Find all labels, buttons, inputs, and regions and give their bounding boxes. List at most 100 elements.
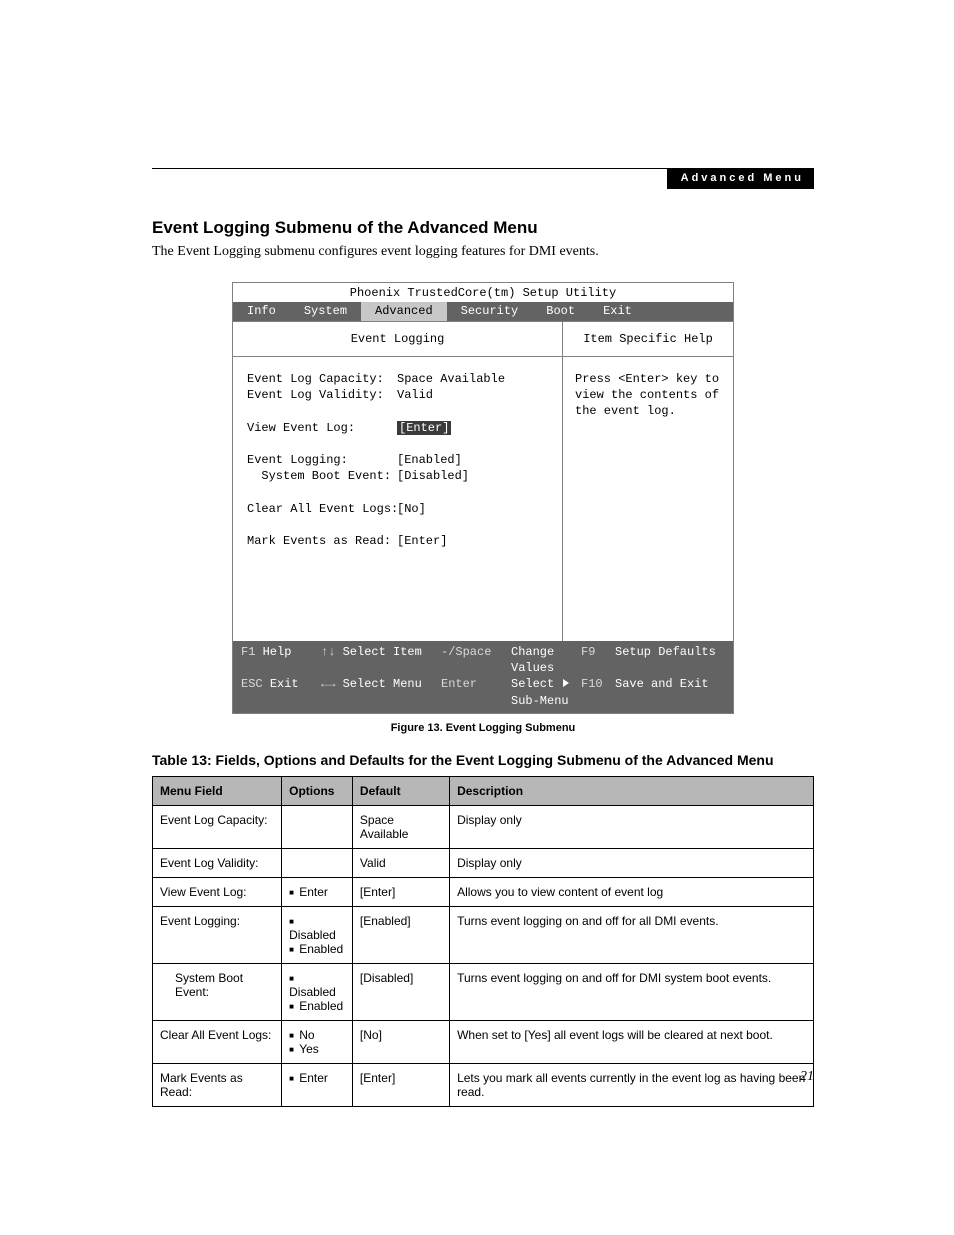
bios-field-label: Event Log Capacity: [247, 371, 397, 387]
bios-help-text: Press <Enter> key to view the contents o… [563, 357, 733, 430]
bios-field-row [247, 403, 552, 419]
bios-footer: F1 Help ↑↓ Select Item -/Space Change Va… [233, 641, 733, 713]
page: Advanced Menu Event Logging Submenu of t… [0, 0, 954, 1235]
cell-menu-field: Mark Events as Read: [153, 1063, 282, 1106]
bios-left-pane: Event Logging Event Log Capacity:Space A… [233, 322, 563, 641]
cell-default: Space Available [352, 805, 449, 848]
bios-right-pane: Item Specific Help Press <Enter> key to … [563, 322, 733, 641]
cell-menu-field: View Event Log: [153, 877, 282, 906]
bios-field-value: Valid [397, 387, 552, 403]
bios-field-row [247, 517, 552, 533]
table-header: Options [282, 776, 353, 805]
key-updown: ↑↓ [321, 645, 335, 659]
bios-field-value: [No] [397, 501, 552, 517]
bios-title: Phoenix TrustedCore(tm) Setup Utility [233, 283, 733, 302]
cell-menu-field: Event Log Capacity: [153, 805, 282, 848]
bios-subhead-right: Item Specific Help [563, 322, 733, 357]
options-table: Menu FieldOptionsDefaultDescription Even… [152, 776, 814, 1107]
option-item: Enabled [289, 999, 345, 1013]
bios-field-label: Event Logging: [247, 452, 397, 468]
cell-default: [Enter] [352, 1063, 449, 1106]
option-item: Disabled [289, 914, 345, 942]
bios-fields: Event Log Capacity:Space AvailableEvent … [233, 357, 562, 641]
bios-field-row: Mark Events as Read:[Enter] [247, 533, 552, 549]
cell-menu-field: Clear All Event Logs: [153, 1020, 282, 1063]
table-row: System Boot Event:DisabledEnabled[Disabl… [153, 963, 814, 1020]
cell-menu-field: Event Log Validity: [153, 848, 282, 877]
action-select-item: Select Item [343, 645, 422, 659]
bios-tab-security[interactable]: Security [447, 302, 533, 321]
bios-tabs: InfoSystemAdvancedSecurityBootExit [233, 302, 733, 321]
key-space: -/Space [441, 645, 491, 659]
cell-description: Display only [450, 805, 814, 848]
table-header: Default [352, 776, 449, 805]
table-row: View Event Log: Enter [Enter]Allows you to… [153, 877, 814, 906]
bios-field-row: View Event Log:[Enter] [247, 420, 552, 436]
option-item: Enter [289, 885, 345, 899]
cell-default: [Enabled] [352, 906, 449, 963]
cell-description: When set to [Yes] all event logs will be… [450, 1020, 814, 1063]
intro-text: The Event Logging submenu configures eve… [152, 244, 814, 260]
action-save-exit: Save and Exit [615, 677, 709, 691]
bios-field-value[interactable]: [Enter] [397, 420, 552, 436]
cell-options: Enter [282, 1063, 353, 1106]
cell-description: Allows you to view content of event log [450, 877, 814, 906]
key-f10: F10 [581, 677, 603, 691]
table-title: Table 13: Fields, Options and Defaults f… [152, 752, 814, 768]
cell-description: Lets you mark all events currently in th… [450, 1063, 814, 1106]
action-exit: Exit [270, 677, 299, 691]
bios-footer-row-1: F1 Help ↑↓ Select Item -/Space Change Va… [241, 644, 725, 676]
cell-description: Turns event logging on and off for DMI s… [450, 963, 814, 1020]
bios-field-value: [Disabled] [397, 468, 552, 484]
cell-default: [Enter] [352, 877, 449, 906]
bios-field-row: Event Log Capacity:Space Available [247, 371, 552, 387]
header-tag: Advanced Menu [667, 168, 814, 189]
cell-options: DisabledEnabled [282, 906, 353, 963]
cell-description: Turns event logging on and off for all D… [450, 906, 814, 963]
key-leftright: ←→ [321, 677, 335, 691]
bios-tab-info[interactable]: Info [233, 302, 290, 321]
cell-options: NoYes [282, 1020, 353, 1063]
triangle-icon [563, 679, 569, 687]
bios-field-row: System Boot Event:[Disabled] [247, 468, 552, 484]
table-header: Menu Field [153, 776, 282, 805]
cell-options [282, 848, 353, 877]
table-row: Event Logging:DisabledEnabled[Enabled]Tu… [153, 906, 814, 963]
bios-utility: Phoenix TrustedCore(tm) Setup Utility In… [232, 282, 734, 714]
action-help: Help [263, 645, 292, 659]
table-row: Clear All Event Logs:NoYes[No]When set t… [153, 1020, 814, 1063]
table-header-row: Menu FieldOptionsDefaultDescription [153, 776, 814, 805]
key-f9: F9 [581, 645, 595, 659]
action-select-menu: Select Menu [343, 677, 422, 691]
bios-field-value: [Enter] [397, 533, 552, 549]
bios-subhead-left: Event Logging [233, 322, 562, 357]
bios-field-row [247, 436, 552, 452]
cell-menu-field: System Boot Event: [153, 963, 282, 1020]
bios-tab-system[interactable]: System [290, 302, 361, 321]
bios-field-row [247, 484, 552, 500]
bios-tab-advanced[interactable]: Advanced [361, 302, 447, 321]
bios-tab-exit[interactable]: Exit [589, 302, 646, 321]
key-enter: Enter [441, 677, 477, 691]
bios-field-row: Clear All Event Logs:[No] [247, 501, 552, 517]
option-item: Yes [289, 1042, 345, 1056]
table-row: Event Log Validity:ValidDisplay only [153, 848, 814, 877]
action-change-values: Change Values [511, 645, 554, 675]
bios-tab-boot[interactable]: Boot [532, 302, 589, 321]
bios-field-row: Event Logging:[Enabled] [247, 452, 552, 468]
cell-description: Display only [450, 848, 814, 877]
cell-default: [Disabled] [352, 963, 449, 1020]
bios-body: Event Logging Event Log Capacity:Space A… [233, 321, 733, 641]
bios-field-value: [Enabled] [397, 452, 552, 468]
table-row: Event Log Capacity: Space AvailableDispla… [153, 805, 814, 848]
option-item: No [289, 1028, 345, 1042]
bios-field-label: Clear All Event Logs: [247, 501, 397, 517]
bios-field-label: Event Log Validity: [247, 387, 397, 403]
cell-options [282, 805, 353, 848]
section-title: Event Logging Submenu of the Advanced Me… [152, 218, 814, 238]
cell-options: DisabledEnabled [282, 963, 353, 1020]
option-item: Disabled [289, 971, 345, 999]
table-row: Mark Events as Read:Enter[Enter]Lets you… [153, 1063, 814, 1106]
bios-field-label: Mark Events as Read: [247, 533, 397, 549]
table-header: Description [450, 776, 814, 805]
